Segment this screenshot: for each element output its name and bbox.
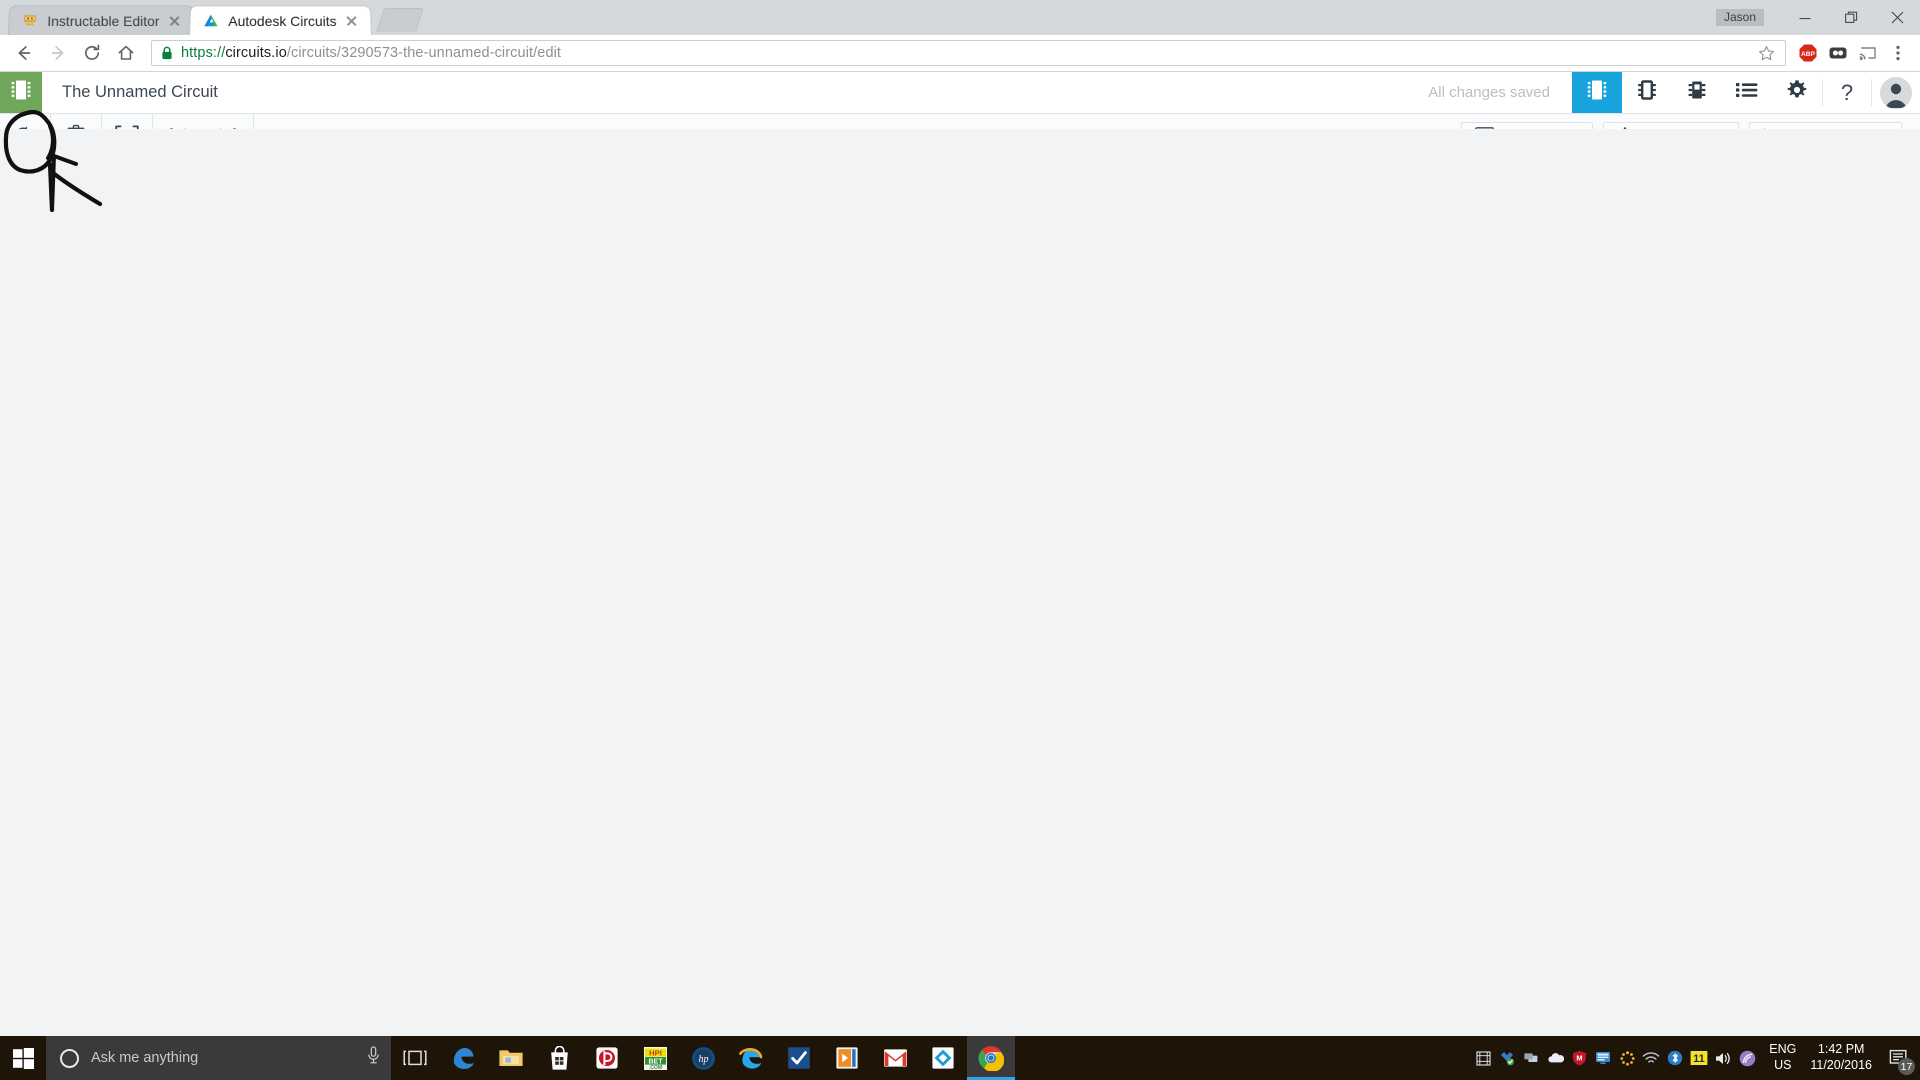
url-scheme: https:// — [181, 45, 226, 61]
browser-tab-strip: Instructable Editor Autodesk Circuits Ja… — [0, 0, 1920, 35]
page-title[interactable]: The Unnamed Circuit — [42, 72, 218, 113]
tray-loading-icon[interactable] — [1615, 1036, 1639, 1080]
microphone-icon[interactable] — [366, 1046, 381, 1070]
maximize-restore-button[interactable] — [1828, 0, 1874, 35]
tray-sync-icon[interactable] — [1495, 1036, 1519, 1080]
close-window-button[interactable] — [1874, 0, 1920, 35]
minimize-button[interactable] — [1782, 0, 1828, 35]
gear-icon — [1786, 79, 1808, 106]
windows-taskbar: Ask me anything HPI BET .COM hp M 11 ENG… — [0, 1036, 1920, 1080]
taskbar-app-chrome[interactable] — [967, 1036, 1015, 1080]
taskbar-app-diamond[interactable] — [919, 1036, 967, 1080]
address-bar[interactable]: https://circuits.io/circuits/3290573-the… — [151, 40, 1786, 66]
adblock-plus-icon[interactable]: ABP — [1793, 38, 1823, 68]
taskbar-app-list: HPI BET .COM hp — [439, 1036, 1015, 1080]
cortana-circle-icon — [60, 1048, 79, 1068]
save-status: All changes saved — [1428, 84, 1550, 101]
browser-tab-1[interactable]: Autodesk Circuits — [188, 5, 372, 35]
browser-tab-0[interactable]: Instructable Editor — [8, 5, 195, 35]
pcb-chip-icon — [1686, 78, 1708, 107]
tray-network-share-icon[interactable] — [1519, 1036, 1543, 1080]
bookmark-star-icon[interactable] — [1758, 45, 1776, 62]
back-button[interactable] — [7, 38, 41, 68]
tray-bittorrent-icon[interactable] — [1735, 1036, 1759, 1080]
breadboard-icon — [1586, 78, 1608, 107]
browser-tab-title: Instructable Editor — [47, 13, 160, 28]
language-code: ENG — [1769, 1042, 1797, 1057]
tray-update-badge: 11 — [1693, 1053, 1705, 1065]
url-text: https://circuits.io/circuits/3290573-the… — [181, 45, 561, 61]
reload-button[interactable] — [75, 38, 109, 68]
svg-text:ABP: ABP — [1801, 51, 1816, 58]
close-icon[interactable] — [342, 12, 360, 30]
start-button[interactable] — [0, 1036, 46, 1080]
cast-icon[interactable] — [1853, 38, 1883, 68]
app-logo[interactable] — [0, 72, 42, 113]
avatar — [1880, 76, 1912, 109]
svg-text:HPI: HPI — [649, 1048, 662, 1057]
home-button[interactable] — [109, 38, 143, 68]
breadboard-view-tab[interactable] — [1572, 72, 1622, 113]
tray-display-icon[interactable] — [1591, 1036, 1615, 1080]
svg-text:M: M — [1576, 1054, 1582, 1063]
browser-toolbar: https://circuits.io/circuits/3290573-the… — [0, 35, 1920, 72]
profile-name-chip[interactable]: Jason — [1715, 9, 1764, 26]
tray-onedrive-icon[interactable] — [1543, 1036, 1567, 1080]
taskbar-app-file-explorer[interactable] — [487, 1036, 535, 1080]
circuit-canvas[interactable] — [0, 129, 1920, 1036]
lock-icon — [161, 46, 173, 60]
settings-tab[interactable] — [1772, 72, 1822, 113]
schematic-view-tab[interactable] — [1622, 72, 1672, 113]
tray-media-icon[interactable] — [1471, 1036, 1495, 1080]
browser-tab-title: Autodesk Circuits — [228, 13, 337, 28]
tray-volume-icon[interactable] — [1711, 1036, 1735, 1080]
chrome-menu-icon[interactable] — [1883, 38, 1913, 68]
list-icon — [1735, 80, 1759, 105]
header-spacer — [218, 72, 1428, 113]
taskbar-app-hpibet[interactable]: HPI BET .COM — [631, 1036, 679, 1080]
tray-wifi-icon[interactable] — [1639, 1036, 1663, 1080]
components-list-view-tab[interactable] — [1722, 72, 1772, 113]
svg-text:.COM: .COM — [648, 1065, 661, 1071]
schematic-chip-icon — [1636, 78, 1658, 107]
taskbar-app-check[interactable] — [775, 1036, 823, 1080]
window-controls: Jason — [1715, 0, 1920, 35]
url-host: circuits.io — [225, 45, 287, 61]
system-tray: M 11 ENG US 1:42 PM 11/20/2016 17 — [1471, 1036, 1920, 1080]
notification-count-badge: 17 — [1898, 1058, 1915, 1075]
tray-bluetooth-icon[interactable] — [1663, 1036, 1687, 1080]
taskbar-app-beats[interactable] — [583, 1036, 631, 1080]
tray-update-icon[interactable]: 11 — [1687, 1036, 1711, 1080]
taskbar-app-media-player[interactable] — [823, 1036, 871, 1080]
close-icon[interactable] — [165, 12, 183, 30]
taskbar-app-store[interactable] — [535, 1036, 583, 1080]
clock-date: 11/20/2016 — [1810, 1058, 1872, 1072]
url-path: /circuits/3290573-the-unnamed-circuit/ed… — [286, 45, 562, 61]
cortana-search-box[interactable]: Ask me anything — [46, 1036, 391, 1080]
extension-dark-icon[interactable] — [1823, 38, 1853, 68]
new-tab-button[interactable] — [375, 8, 424, 32]
autodesk-a-icon — [202, 12, 219, 29]
tray-mcafee-icon[interactable]: M — [1567, 1036, 1591, 1080]
pcb-view-tab[interactable] — [1672, 72, 1722, 113]
notification-center-button[interactable]: 17 — [1882, 1036, 1916, 1080]
search-input[interactable]: Ask me anything — [91, 1050, 366, 1066]
taskbar-app-gmail[interactable] — [871, 1036, 919, 1080]
taskbar-app-hp[interactable]: hp — [679, 1036, 727, 1080]
help-icon: ? — [1840, 79, 1854, 105]
language-indicator[interactable]: ENG US — [1759, 1042, 1806, 1073]
taskbar-app-edge[interactable] — [439, 1036, 487, 1080]
user-menu[interactable] — [1872, 72, 1920, 113]
help-button[interactable]: ? — [1823, 72, 1871, 113]
task-view-button[interactable] — [391, 1036, 439, 1080]
taskbar-app-internet-explorer[interactable] — [727, 1036, 775, 1080]
clock[interactable]: 1:42 PM 11/20/2016 — [1806, 1042, 1882, 1073]
instructables-robot-icon — [21, 12, 38, 29]
forward-button[interactable] — [41, 38, 75, 68]
clock-time: 1:42 PM — [1817, 1042, 1865, 1057]
ic-chip-icon — [10, 78, 32, 107]
region-code: US — [1774, 1058, 1792, 1072]
app-header: The Unnamed Circuit All changes saved ? — [0, 72, 1920, 114]
svg-text:hp: hp — [698, 1054, 708, 1065]
